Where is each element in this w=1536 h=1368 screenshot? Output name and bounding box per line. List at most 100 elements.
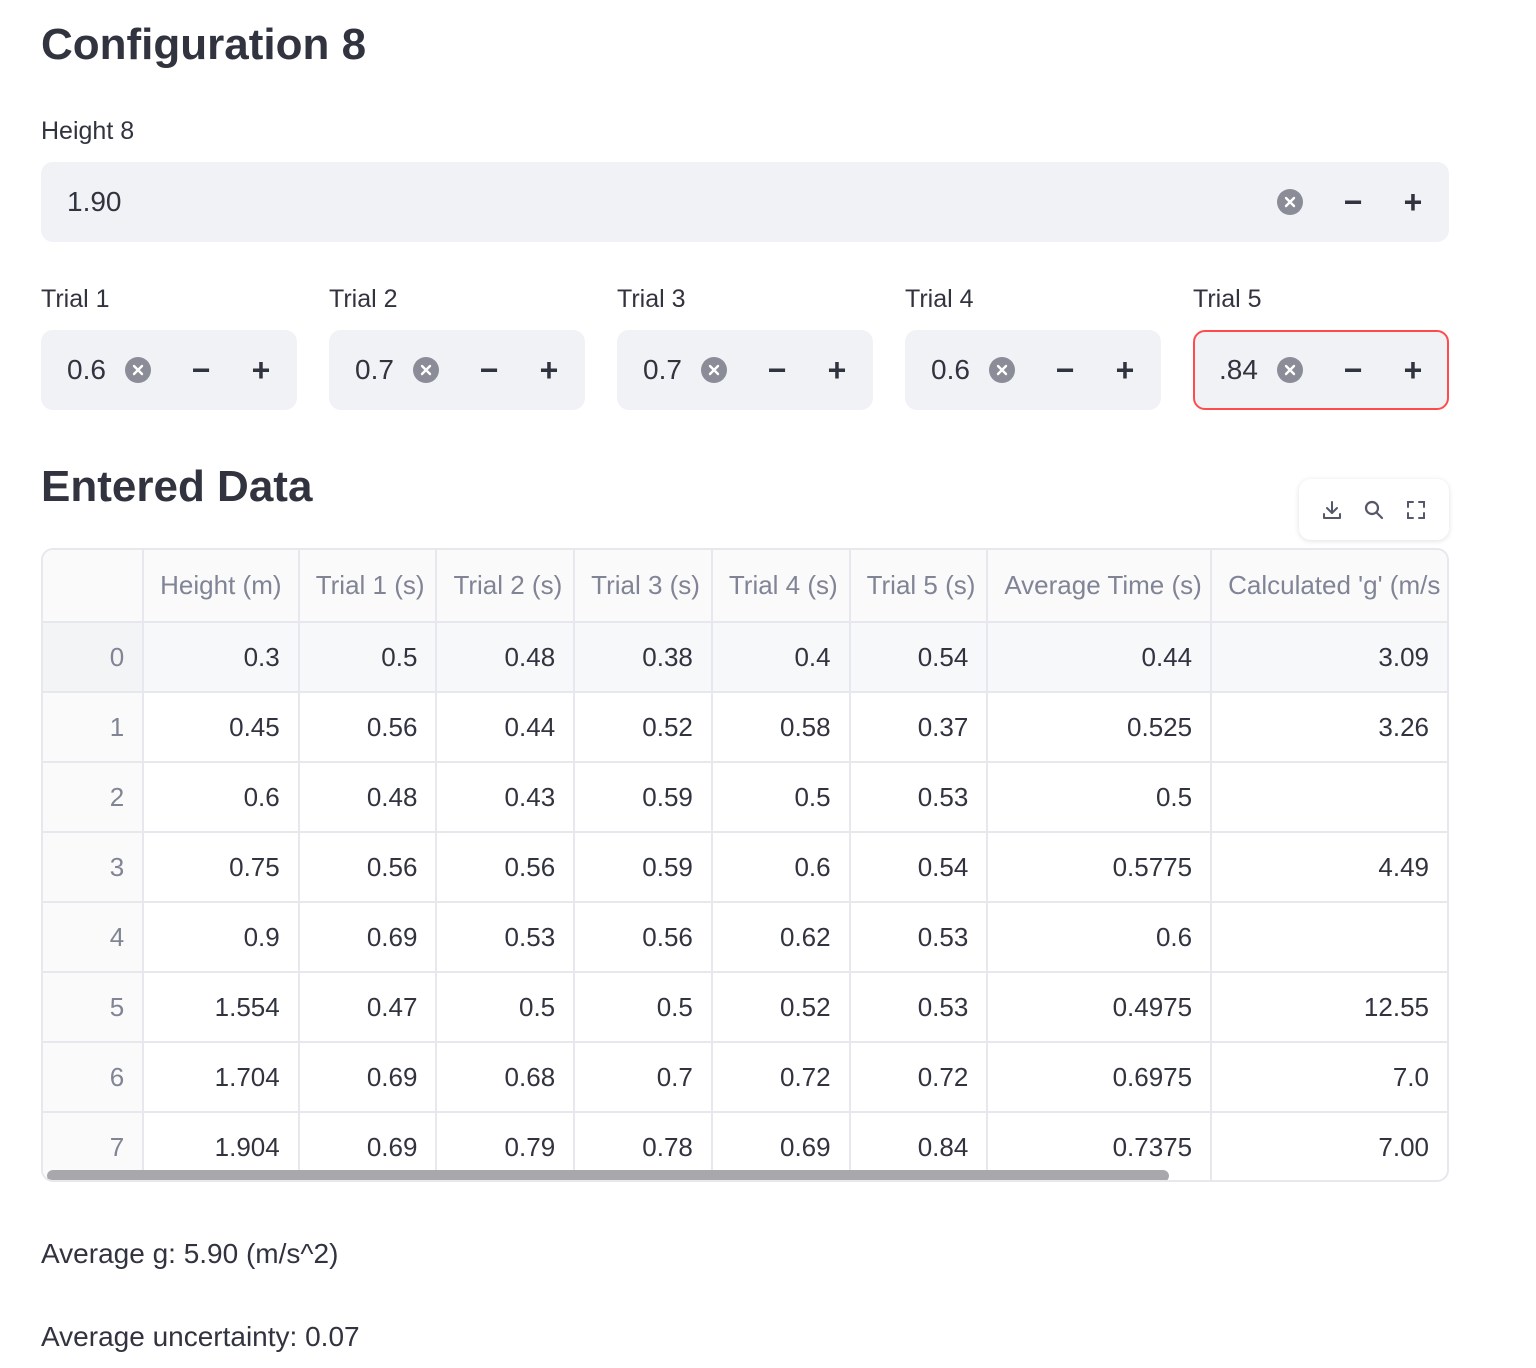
table-cell[interactable]: 0.59	[574, 762, 713, 833]
column-header[interactable]: Calculated 'g' (m/s	[1211, 550, 1447, 623]
table-cell[interactable]: 4.49	[1211, 832, 1447, 903]
table-cell[interactable]: 7.00	[1211, 1112, 1447, 1180]
table-cell[interactable]: 0.9	[143, 902, 300, 973]
table-cell[interactable]: 0.38	[574, 622, 713, 693]
table-cell[interactable]: 0.52	[711, 972, 851, 1043]
table-cell[interactable]: 0.6975	[987, 1042, 1213, 1113]
table-cell[interactable]: 0.72	[711, 1042, 851, 1113]
table-cell[interactable]: 0.525	[987, 692, 1213, 763]
table-cell[interactable]: 0.54	[849, 832, 989, 903]
table-cell[interactable]: 0.68	[436, 1042, 576, 1113]
trial-2-value[interactable]: 0.7	[331, 350, 413, 390]
table-cell[interactable]: 0.47	[298, 972, 438, 1043]
table-cell[interactable]: 0.44	[436, 692, 576, 763]
clear-icon[interactable]	[701, 357, 727, 383]
trial-1-value[interactable]: 0.6	[43, 350, 125, 390]
table-cell[interactable]: 1.704	[143, 1042, 300, 1113]
table-cell[interactable]: 0.4	[711, 622, 851, 693]
trial-3-value[interactable]: 0.7	[619, 350, 701, 390]
table-cell[interactable]: 0.6	[711, 832, 851, 903]
table-cell[interactable]: 1.554	[143, 972, 300, 1043]
trial-4-value[interactable]: 0.6	[907, 350, 989, 390]
table-cell[interactable]: 0.69	[298, 1042, 438, 1113]
table-cell[interactable]: 0.5	[298, 622, 438, 693]
table-cell[interactable]: 0.37	[849, 692, 989, 763]
table-cell[interactable]: 0.72	[849, 1042, 989, 1113]
table-cell[interactable]	[1211, 902, 1447, 973]
search-icon[interactable]	[1359, 495, 1389, 525]
table-cell[interactable]: 0.7	[574, 1042, 713, 1113]
trial-5-input[interactable]: .84 − +	[1193, 330, 1449, 410]
table-cell[interactable]: 0.69	[298, 902, 438, 973]
decrement-button[interactable]: −	[1323, 164, 1383, 240]
increment-button[interactable]: +	[1383, 164, 1443, 240]
trial-3-input[interactable]: 0.7 − +	[617, 330, 873, 410]
table-cell[interactable]: 0.56	[298, 832, 438, 903]
table-cell[interactable]: 12.55	[1211, 972, 1447, 1043]
table-cell[interactable]: 0.3	[143, 622, 300, 693]
clear-icon[interactable]	[1277, 357, 1303, 383]
table-cell[interactable]: 0.6	[143, 762, 300, 833]
table-cell[interactable]: 0.53	[436, 902, 576, 973]
increment-button[interactable]: +	[1095, 332, 1155, 408]
increment-button[interactable]: +	[231, 332, 291, 408]
table-cell[interactable]: 0.48	[298, 762, 438, 833]
clear-icon[interactable]	[413, 357, 439, 383]
height-number-input[interactable]: 1.90 − +	[41, 162, 1449, 242]
column-header[interactable]: Average Time (s)	[987, 550, 1213, 623]
column-header[interactable]: Height (m)	[143, 550, 300, 623]
table-cell[interactable]: 0.56	[574, 902, 713, 973]
column-header-index[interactable]	[43, 550, 145, 623]
column-header[interactable]: Trial 3 (s)	[574, 550, 713, 623]
table-cell[interactable]: 0.44	[987, 622, 1213, 693]
increment-button[interactable]: +	[1383, 332, 1443, 408]
table-cell[interactable]: 0.53	[849, 902, 989, 973]
table-cell[interactable]: 0.54	[849, 622, 989, 693]
data-table[interactable]: Height (m) Trial 1 (s) Trial 2 (s) Trial…	[41, 548, 1449, 1182]
table-cell[interactable]: 0.48	[436, 622, 576, 693]
decrement-button[interactable]: −	[747, 332, 807, 408]
download-icon[interactable]	[1317, 495, 1347, 525]
table-cell[interactable]: 0.6	[987, 902, 1213, 973]
table-cell[interactable]: 3.09	[1211, 622, 1447, 693]
table-cell[interactable]: 0.59	[574, 832, 713, 903]
table-cell[interactable]	[1211, 762, 1447, 833]
table-cell[interactable]: 0.53	[849, 972, 989, 1043]
table-cell[interactable]: 0.52	[574, 692, 713, 763]
table-cell[interactable]: 3.26	[1211, 692, 1447, 763]
clear-icon[interactable]	[125, 357, 151, 383]
clear-icon[interactable]	[1277, 189, 1303, 215]
table-cell[interactable]: 0.5775	[987, 832, 1213, 903]
height-input-value[interactable]: 1.90	[43, 182, 1277, 222]
trial-2-input[interactable]: 0.7 − +	[329, 330, 585, 410]
table-cell[interactable]: 7.0	[1211, 1042, 1447, 1113]
table-cell[interactable]: 0.58	[711, 692, 851, 763]
trial-5-value[interactable]: .84	[1195, 350, 1277, 390]
table-cell[interactable]: 0.53	[849, 762, 989, 833]
decrement-button[interactable]: −	[459, 332, 519, 408]
table-cell[interactable]: 0.5	[987, 762, 1213, 833]
table-cell[interactable]: 0.62	[711, 902, 851, 973]
trial-4-input[interactable]: 0.6 − +	[905, 330, 1161, 410]
column-header[interactable]: Trial 5 (s)	[849, 550, 989, 623]
column-header[interactable]: Trial 4 (s)	[711, 550, 851, 623]
fullscreen-icon[interactable]	[1401, 495, 1431, 525]
decrement-button[interactable]: −	[1323, 332, 1383, 408]
horizontal-scrollbar[interactable]	[47, 1170, 1169, 1180]
column-header[interactable]: Trial 1 (s)	[298, 550, 438, 623]
trial-1-input[interactable]: 0.6 − +	[41, 330, 297, 410]
clear-icon[interactable]	[989, 357, 1015, 383]
table-cell[interactable]: 0.5	[574, 972, 713, 1043]
decrement-button[interactable]: −	[1035, 332, 1095, 408]
decrement-button[interactable]: −	[171, 332, 231, 408]
increment-button[interactable]: +	[807, 332, 867, 408]
table-cell[interactable]: 0.5	[711, 762, 851, 833]
increment-button[interactable]: +	[519, 332, 579, 408]
table-cell[interactable]: 0.4975	[987, 972, 1213, 1043]
table-cell[interactable]: 0.43	[436, 762, 576, 833]
column-header[interactable]: Trial 2 (s)	[436, 550, 576, 623]
table-cell[interactable]: 0.56	[298, 692, 438, 763]
table-cell[interactable]: 0.5	[436, 972, 576, 1043]
table-cell[interactable]: 0.75	[143, 832, 300, 903]
table-cell[interactable]: 0.45	[143, 692, 300, 763]
